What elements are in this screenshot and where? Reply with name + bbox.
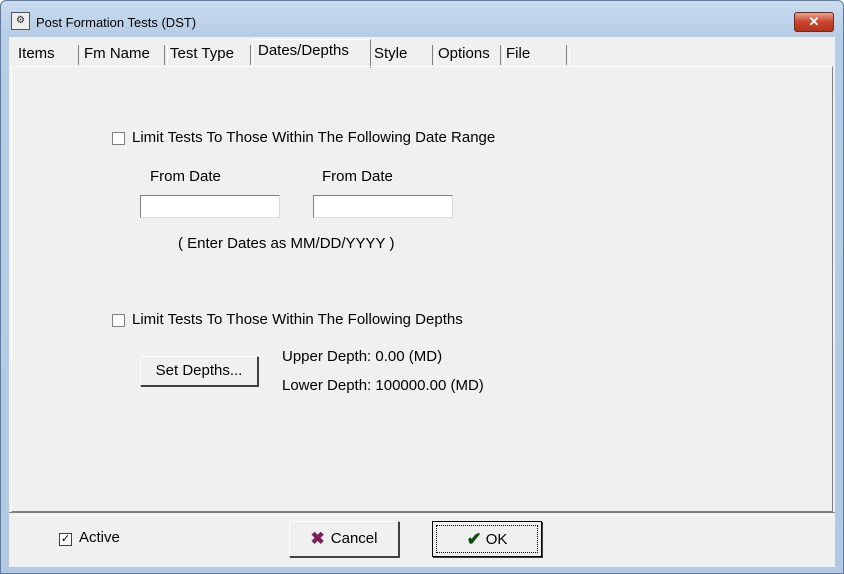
active-label: Active — [79, 529, 120, 546]
tab-label: Fm Name — [84, 45, 150, 62]
tab-separator — [566, 45, 570, 65]
tab-dates-depths[interactable]: Dates/Depths — [252, 39, 371, 68]
depths-checkbox[interactable] — [112, 314, 125, 327]
close-button[interactable]: ✕ — [794, 12, 834, 32]
tab-label: Test Type — [170, 45, 234, 62]
tab-strip: Items Fm Name Test Type Dates/Depths Sty… — [9, 37, 835, 68]
tab-panel: Limit Tests To Those Within The Followin… — [11, 66, 833, 512]
dialog-window: ⚙ Post Formation Tests (DST) ✕ Items Fm … — [0, 0, 844, 574]
to-date-input[interactable] — [313, 195, 453, 218]
tab-options[interactable]: Options — [433, 43, 504, 65]
app-icon: ⚙ — [11, 12, 30, 30]
from-date-label-2: From Date — [322, 168, 393, 185]
tab-label: Options — [438, 45, 490, 62]
tab-label: File — [506, 45, 531, 62]
title-bar[interactable]: ⚙ Post Formation Tests (DST) ✕ — [1, 1, 843, 35]
tab-items[interactable]: Items — [13, 43, 82, 65]
tab-fm-name[interactable]: Fm Name — [79, 43, 168, 65]
from-date-input[interactable] — [140, 195, 280, 218]
window-title: Post Formation Tests (DST) — [36, 15, 197, 30]
cancel-x-icon: ✖ — [310, 529, 325, 548]
upper-depth-text: Upper Depth: 0.00 (MD) — [282, 348, 443, 365]
tab-label: Items — [18, 45, 55, 62]
date-range-label: Limit Tests To Those Within The Followin… — [132, 129, 496, 146]
footer-divider — [9, 512, 835, 516]
depths-label: Limit Tests To Those Within The Followin… — [132, 311, 463, 328]
date-format-hint: ( Enter Dates as MM/DD/YYYY ) — [178, 235, 395, 252]
dialog-client: Items Fm Name Test Type Dates/Depths Sty… — [9, 37, 835, 567]
tab-test-type[interactable]: Test Type — [165, 43, 254, 65]
cancel-button[interactable]: ✖ Cancel — [289, 521, 399, 557]
tab-style[interactable]: Style — [369, 43, 436, 65]
tab-label: Style — [374, 45, 408, 62]
focus-ring — [436, 525, 538, 553]
tab-file[interactable]: File — [501, 43, 570, 65]
tab-label: Dates/Depths — [258, 42, 349, 59]
active-checkbox[interactable]: ✓ — [59, 533, 72, 546]
set-depths-button[interactable]: Set Depths... — [140, 356, 258, 386]
date-range-checkbox[interactable] — [112, 132, 125, 145]
ok-button[interactable]: ✔ OK — [432, 521, 542, 557]
cancel-label: Cancel — [330, 530, 378, 547]
from-date-label: From Date — [150, 168, 221, 185]
lower-depth-text: Lower Depth: 100000.00 (MD) — [282, 377, 484, 394]
